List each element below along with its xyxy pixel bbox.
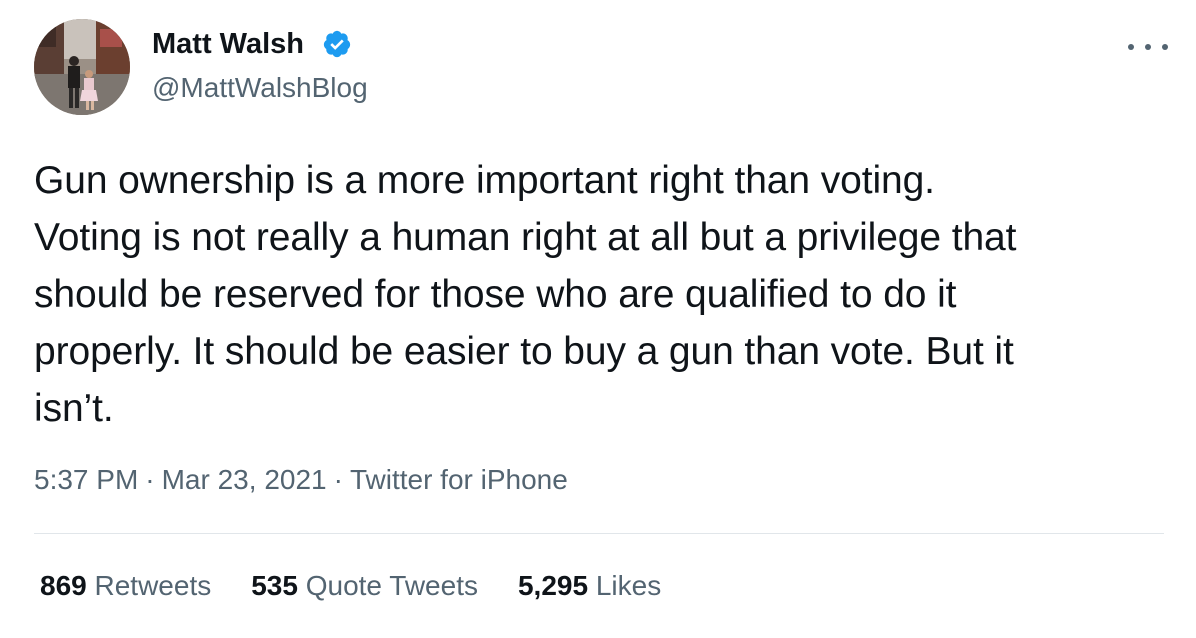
likes-stat[interactable]: 5,295 Likes xyxy=(518,568,661,604)
likes-label: Likes xyxy=(595,570,662,601)
tweet-text-line: should be reserved for those who are qua… xyxy=(34,273,957,316)
divider xyxy=(34,533,1164,534)
avatar-photo xyxy=(34,19,130,115)
more-dot xyxy=(1128,44,1134,50)
tweet-stats: 869 Retweets 535 Quote Tweets 5,295 Like… xyxy=(40,568,701,604)
quote-tweets-stat[interactable]: 535 Quote Tweets xyxy=(251,568,478,604)
author-handle[interactable]: @MattWalshBlog xyxy=(152,70,368,106)
more-options-icon[interactable] xyxy=(1128,34,1168,60)
quote-tweets-label: Quote Tweets xyxy=(305,570,478,601)
retweets-stat[interactable]: 869 Retweets xyxy=(40,568,211,604)
likes-count: 5,295 xyxy=(517,570,589,601)
retweets-count: 869 xyxy=(40,570,87,601)
meta-separator: · xyxy=(333,464,343,495)
tweet-text-line: isn’t. xyxy=(34,387,114,430)
tweet-text-line: Voting is not really a human right at al… xyxy=(34,216,1017,259)
meta-separator: · xyxy=(145,464,155,495)
tweet-card: Matt Walsh @MattWalshBlog Gun ownership … xyxy=(0,0,1196,638)
more-dot xyxy=(1162,44,1168,50)
tweet-text-line: properly. It should be easier to buy a g… xyxy=(34,330,1014,373)
more-dot xyxy=(1145,44,1151,50)
verified-badge-icon xyxy=(323,30,351,58)
avatar[interactable] xyxy=(34,19,130,115)
tweet-text-line: Gun ownership is a more important right … xyxy=(34,159,935,202)
retweets-label: Retweets xyxy=(94,570,212,601)
tweet-time[interactable]: 5:37 PM xyxy=(34,464,138,495)
tweet-date[interactable]: Mar 23, 2021 xyxy=(162,464,327,495)
quote-tweets-count: 535 xyxy=(251,570,298,601)
author-name[interactable]: Matt Walsh xyxy=(152,26,304,62)
tweet-text: Gun ownership is a more important right … xyxy=(34,152,1174,437)
tweet-meta: 5:37 PM · Mar 23, 2021 · Twitter for iPhone xyxy=(34,462,568,498)
tweet-source[interactable]: Twitter for iPhone xyxy=(350,464,568,495)
